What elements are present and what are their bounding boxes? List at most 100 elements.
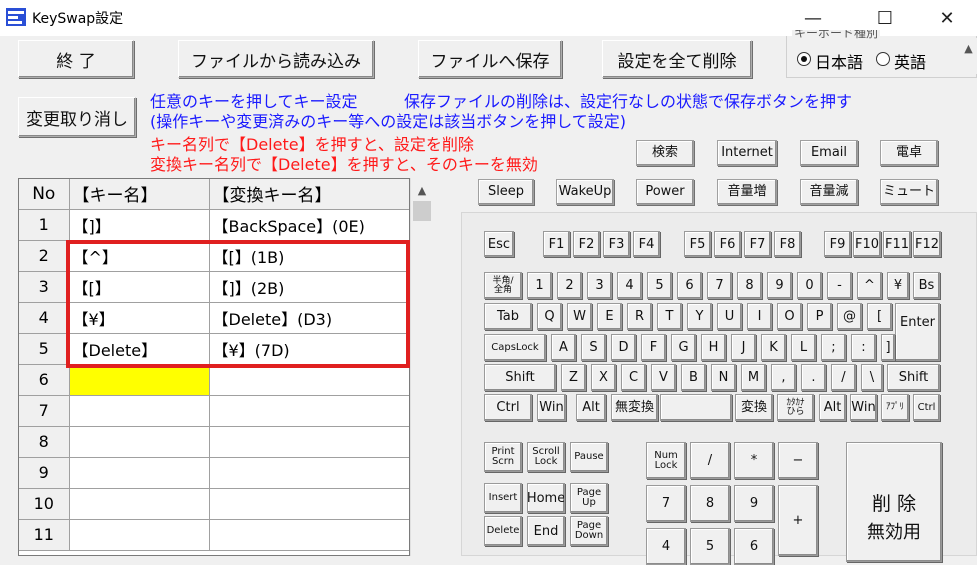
key-2[interactable]: 2 — [557, 272, 582, 299]
close-button[interactable]: ✕ — [924, 0, 970, 36]
key-right-bracket[interactable]: ] — [881, 334, 895, 361]
table-row[interactable]: 1 【]】 【BackSpace】(0E) — [19, 209, 409, 241]
key-numpad-8[interactable]: 8 — [690, 485, 730, 522]
key-f3[interactable]: F3 — [603, 231, 630, 257]
key-d[interactable]: D — [611, 334, 636, 361]
english-radio[interactable] — [876, 52, 890, 66]
scroll-up-arrow-icon[interactable]: ▲ — [960, 38, 977, 74]
key-f4[interactable]: F4 — [633, 231, 660, 257]
load-file-button[interactable]: ファイルから読み込み — [178, 40, 374, 78]
key-0[interactable]: 0 — [797, 272, 822, 299]
key-4[interactable]: 4 — [617, 272, 642, 299]
key-numpad-divide[interactable]: / — [690, 442, 730, 479]
key-v[interactable]: V — [651, 364, 676, 391]
key-f8[interactable]: F8 — [774, 231, 801, 257]
key-enter[interactable]: Enter — [895, 303, 940, 361]
table-row[interactable]: 7 — [19, 395, 409, 427]
key-application[interactable]: ｱﾌﾟﾘ — [881, 394, 909, 421]
key-8[interactable]: 8 — [737, 272, 762, 299]
volume-up-button[interactable]: 音量増 — [717, 179, 777, 205]
key-numpad-subtract[interactable]: − — [778, 442, 818, 479]
table-row[interactable]: 10 — [19, 488, 409, 520]
key-name-cell[interactable] — [69, 395, 210, 427]
table-row[interactable]: 6 — [19, 364, 409, 396]
key-name-cell[interactable] — [69, 457, 210, 489]
key-3[interactable]: 3 — [587, 272, 612, 299]
key-o[interactable]: O — [777, 303, 802, 330]
key-numpad-multiply[interactable]: * — [734, 442, 774, 479]
key-6[interactable]: 6 — [677, 272, 702, 299]
table-row[interactable]: 3 【[】 【]】(2B) — [19, 271, 409, 303]
key-f10[interactable]: F10 — [853, 231, 881, 257]
key-left-win[interactable]: Win — [537, 394, 566, 421]
key-name-cell[interactable]: 【]】 — [69, 209, 210, 241]
key-period[interactable]: . — [801, 364, 826, 391]
key-backspace[interactable]: Bs — [913, 272, 940, 299]
delete-disable-button[interactable]: 削 除 無効用 — [846, 442, 942, 562]
mapped-key-cell[interactable] — [209, 488, 409, 520]
key-esc[interactable]: Esc — [484, 231, 514, 257]
mapped-key-cell[interactable] — [209, 457, 409, 489]
key-name-cell[interactable] — [69, 488, 210, 520]
mapped-key-cell[interactable] — [209, 364, 409, 396]
mapped-key-cell[interactable]: 【BackSpace】(0E) — [209, 209, 409, 241]
key-b[interactable]: B — [681, 364, 706, 391]
key-f11[interactable]: F11 — [883, 231, 911, 257]
key-print-screen[interactable]: Print Scrn — [484, 442, 522, 472]
key-t[interactable]: T — [657, 303, 682, 330]
grid-scroll-thumb[interactable] — [413, 201, 431, 221]
key-a[interactable]: A — [551, 334, 576, 361]
key-numpad-5[interactable]: 5 — [690, 528, 730, 565]
key-p[interactable]: P — [807, 303, 832, 330]
key-right-ctrl[interactable]: Ctrl — [913, 394, 940, 421]
key-scroll-lock[interactable]: Scroll Lock — [527, 442, 565, 472]
grid-scroll-up-icon[interactable]: ▲ — [413, 182, 431, 198]
key-g[interactable]: G — [671, 334, 696, 361]
key-minus[interactable]: - — [827, 272, 852, 299]
key-page-up[interactable]: Page Up — [570, 483, 608, 513]
key-numpad-7[interactable]: 7 — [646, 485, 686, 522]
save-file-button[interactable]: ファイルへ保存 — [418, 40, 562, 78]
undo-changes-button[interactable]: 変更取り消し — [18, 97, 136, 137]
key-left-bracket[interactable]: [ — [867, 303, 892, 330]
key-name-cell[interactable] — [69, 426, 210, 458]
internet-button[interactable]: Internet — [717, 140, 777, 166]
table-row[interactable]: 5 【Delete】 【¥】(7D) — [19, 333, 409, 365]
key-9[interactable]: 9 — [767, 272, 792, 299]
mapped-key-cell[interactable]: 【[】(1B) — [209, 240, 409, 272]
key-j[interactable]: J — [731, 334, 756, 361]
key-h[interactable]: H — [701, 334, 726, 361]
key-home[interactable]: Home — [527, 483, 565, 513]
volume-down-button[interactable]: 音量減 — [800, 179, 858, 205]
key-name-cell[interactable]: 【^】 — [69, 240, 210, 272]
wakeup-button[interactable]: WakeUp — [556, 179, 614, 205]
key-left-alt[interactable]: Alt — [576, 394, 606, 421]
key-backslash[interactable]: \ — [861, 364, 883, 391]
mapped-key-cell[interactable] — [209, 395, 409, 427]
key-right-shift[interactable]: Shift — [887, 364, 940, 391]
key-right-alt[interactable]: Alt — [819, 394, 846, 421]
key-name-cell[interactable]: 【Delete】 — [69, 333, 210, 365]
clear-all-button[interactable]: 設定を全て削除 — [602, 40, 752, 78]
key-name-cell[interactable]: 【[】 — [69, 271, 210, 303]
key-end[interactable]: End — [527, 516, 565, 546]
key-x[interactable]: X — [591, 364, 616, 391]
key-left-shift[interactable]: Shift — [484, 364, 556, 391]
key-numpad-4[interactable]: 4 — [646, 528, 686, 565]
key-num-lock[interactable]: Num Lock — [646, 442, 686, 479]
key-s[interactable]: S — [581, 334, 606, 361]
key-caret[interactable]: ^ — [857, 272, 882, 299]
search-button[interactable]: 検索 — [636, 140, 694, 166]
key-mapping-grid[interactable]: No 【キー名】 【変換キー名】 1 【]】 【BackSpace】(0E) 2 【^… — [18, 178, 410, 556]
key-r[interactable]: R — [627, 303, 652, 330]
mapped-key-cell[interactable]: 【]】(2B) — [209, 271, 409, 303]
mute-button[interactable]: ミュート — [880, 179, 938, 205]
mapped-key-cell[interactable] — [209, 519, 409, 551]
power-button[interactable]: Power — [636, 179, 694, 205]
table-row[interactable]: 4 【¥】 【Delete】(D3) — [19, 302, 409, 334]
key-muhenkan[interactable]: 無変換 — [611, 394, 658, 421]
key-slash[interactable]: / — [831, 364, 856, 391]
japanese-radio[interactable] — [797, 52, 811, 66]
email-button[interactable]: Email — [800, 140, 858, 166]
key-f6[interactable]: F6 — [714, 231, 741, 257]
